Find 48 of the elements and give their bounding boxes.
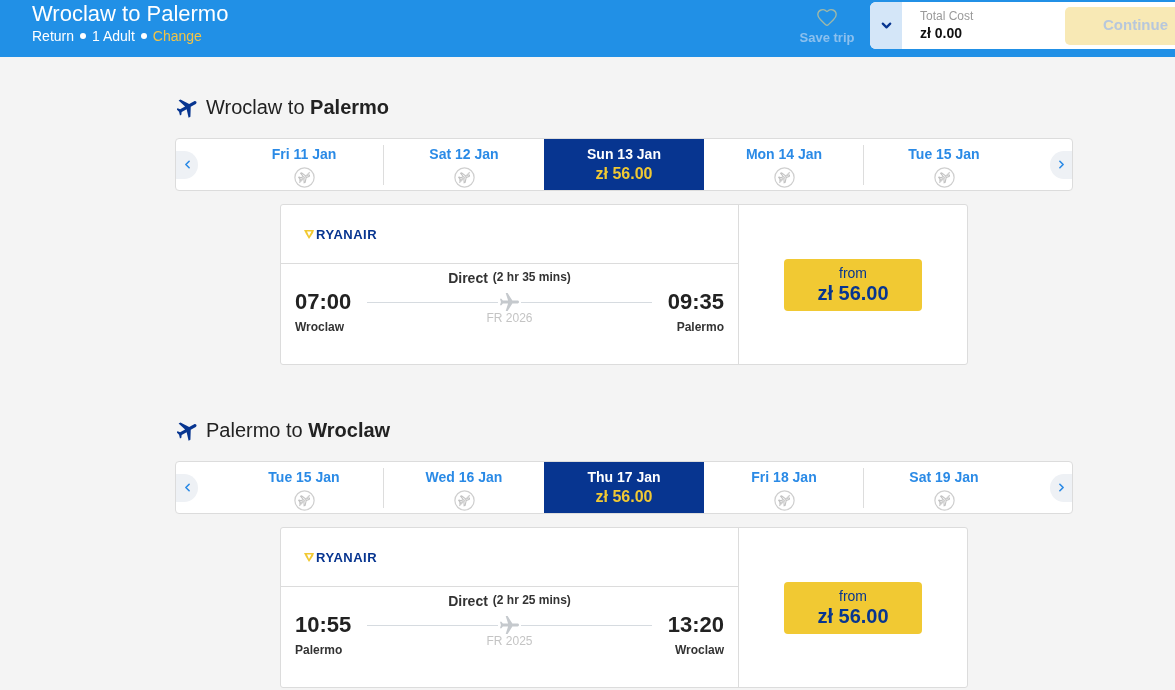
section-heading: Palermo to Wroclaw	[206, 418, 391, 442]
crossed-plane-icon	[773, 490, 795, 511]
crossed-plane-icon	[773, 167, 795, 188]
airline-name: RYANAIR	[316, 549, 378, 565]
airline-logo-icon	[304, 229, 314, 239]
duration-label: (2 hr 35 mins)	[492, 270, 571, 284]
price-button[interactable]: from zł 56.00	[784, 581, 922, 634]
crossed-plane-icon	[453, 167, 475, 188]
crossed-plane-icon	[453, 490, 475, 511]
crossed-plane-icon	[933, 490, 955, 511]
section-heading: Wroclaw to Palermo	[206, 95, 390, 119]
stops-label: Direct	[448, 270, 488, 287]
arrival-time: 09:35	[667, 289, 724, 315]
date-tab[interactable]: Sun 13 Jan zł 56.00	[544, 139, 704, 190]
price-button[interactable]: from zł 56.00	[784, 258, 922, 311]
departure-time: 07:00	[295, 289, 352, 315]
plane-icon	[177, 419, 198, 441]
departure-time: 10:55	[295, 612, 352, 638]
flight-number: FR 2025	[486, 634, 533, 648]
airline-logo-icon	[304, 552, 314, 562]
crossed-plane-icon	[293, 167, 315, 188]
departure-city: Palermo	[295, 643, 343, 657]
next-dates-button[interactable]	[1050, 150, 1072, 179]
next-dates-button[interactable]	[1050, 473, 1072, 502]
date-tab[interactable]: Thu 17 Jan zł 56.00	[544, 462, 704, 513]
plane-icon	[500, 615, 519, 635]
passenger-count: 1 Adult	[92, 28, 135, 44]
previous-dates-button[interactable]	[176, 473, 198, 502]
trip-type: Return	[32, 28, 75, 44]
flight-number: FR 2026	[486, 311, 533, 325]
arrival-city: Wroclaw	[674, 643, 724, 657]
dropdown-button[interactable]	[870, 2, 902, 49]
plane-icon	[177, 96, 198, 118]
total-cost-label: Total Cost	[920, 9, 975, 23]
crossed-plane-icon	[933, 167, 955, 188]
crossed-plane-icon	[293, 490, 315, 511]
heart-icon	[815, 6, 839, 28]
change-link[interactable]: Change	[152, 28, 202, 44]
previous-dates-button[interactable]	[176, 150, 198, 179]
arrival-time: 13:20	[667, 612, 724, 638]
departure-city: Wroclaw	[295, 320, 345, 334]
airline-name: RYANAIR	[316, 226, 378, 242]
arrival-city: Palermo	[676, 320, 724, 334]
total-cost-value: zł 0.00	[920, 25, 964, 42]
page-title: Wroclaw to Palermo	[32, 1, 229, 27]
duration-label: (2 hr 25 mins)	[492, 593, 571, 607]
plane-icon	[500, 292, 519, 312]
stops-label: Direct	[448, 593, 488, 610]
